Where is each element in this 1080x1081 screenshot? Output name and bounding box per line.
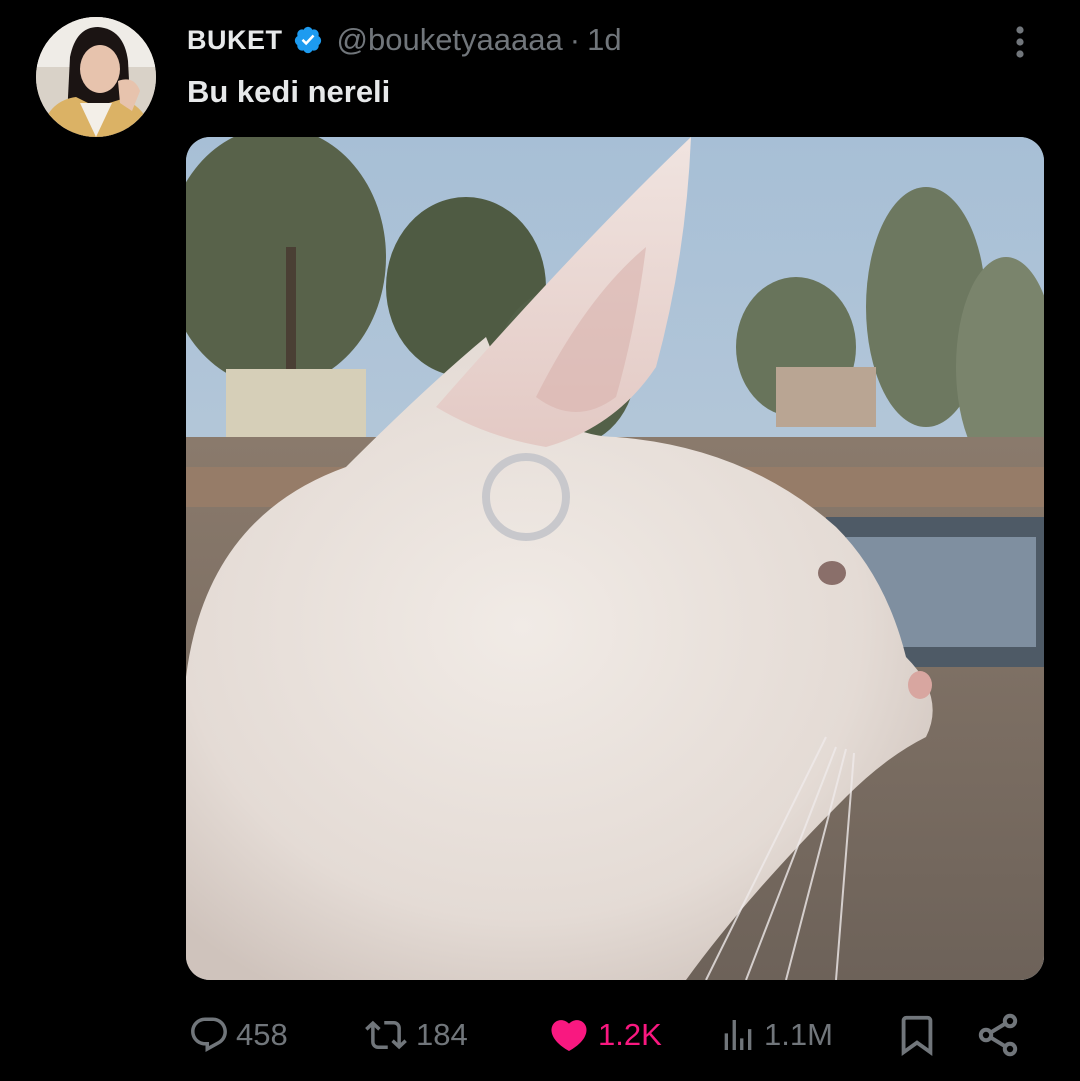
timestamp[interactable]: 1d bbox=[587, 22, 621, 58]
heart-filled-icon bbox=[551, 1020, 587, 1052]
user-handle[interactable]: @bouketyaaaaa bbox=[337, 22, 563, 58]
retweet-count: 184 bbox=[416, 1017, 468, 1052]
bookmark-icon bbox=[901, 1015, 933, 1056]
share-icon bbox=[978, 1013, 1018, 1057]
reply-button[interactable]: 458 bbox=[188, 1013, 288, 1057]
tweet-text: Bu kedi nereli bbox=[187, 74, 391, 109]
bookmark-button[interactable] bbox=[894, 1013, 940, 1057]
retweet-icon bbox=[365, 1020, 407, 1050]
display-name[interactable]: BUKET bbox=[187, 25, 283, 56]
avatar-image bbox=[36, 17, 156, 137]
reply-count: 458 bbox=[236, 1017, 288, 1052]
retweet-button[interactable]: 184 bbox=[362, 1013, 468, 1057]
tweet-actions: 458 184 1.2K 1.1M bbox=[0, 1005, 1080, 1065]
cat-photo bbox=[186, 137, 1044, 980]
reply-icon bbox=[191, 1017, 227, 1052]
avatar[interactable] bbox=[36, 17, 156, 137]
tweet-header: BUKET @bouketyaaaaa · 1d bbox=[187, 20, 622, 60]
views-chart-icon bbox=[724, 1020, 752, 1050]
like-button[interactable]: 1.2K bbox=[546, 1013, 662, 1057]
verified-badge-icon bbox=[294, 26, 321, 54]
separator-dot: · bbox=[569, 22, 581, 57]
views-count: 1.1M bbox=[764, 1017, 833, 1052]
share-button[interactable] bbox=[974, 1013, 1022, 1057]
views-button[interactable]: 1.1M bbox=[718, 1013, 833, 1057]
tweet-media[interactable] bbox=[186, 137, 1044, 980]
more-vertical-icon[interactable] bbox=[1006, 22, 1034, 62]
like-count: 1.2K bbox=[598, 1017, 662, 1052]
